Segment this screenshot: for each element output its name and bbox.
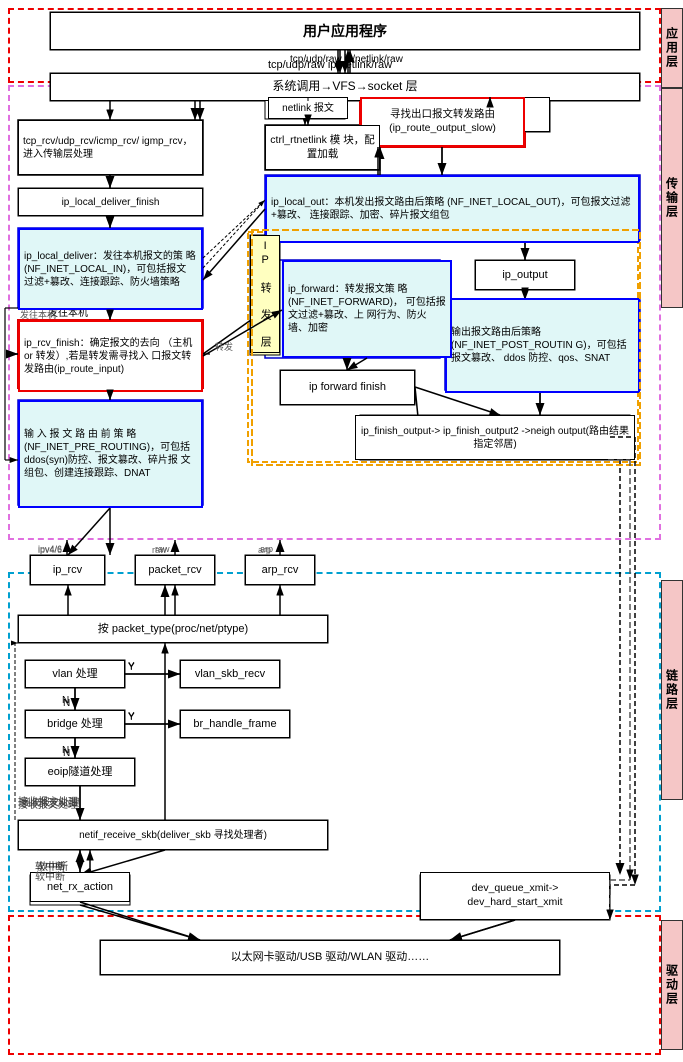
ip-forward-box: ip_forward：转发报文策 略(NF_INET_FORWARD)， 可包括… bbox=[282, 260, 452, 358]
ip-local-deliver-box: ip_local_deliver：发往本机报文的策 略(NF_INET_LOCA… bbox=[18, 228, 203, 310]
ip-local-out-box: ip_local_out：本机发出报文路由后策略 (NF_INET_LOCAL_… bbox=[265, 175, 640, 243]
dev-queue-xmit-box: dev_queue_xmit-> dev_hard_start_xmit bbox=[420, 872, 610, 920]
driver-layer-bg bbox=[8, 915, 661, 1055]
ipv46-label: ipv4/6 bbox=[38, 544, 62, 554]
ip-finish-output-box: ip_finish_output-> ip_finish_output2 ->n… bbox=[355, 415, 635, 460]
bridge-process-box: bridge 处理 bbox=[25, 710, 125, 738]
arp-label: arp bbox=[260, 544, 273, 554]
arp-rcv-box: arp_rcv bbox=[245, 555, 315, 585]
ip-forward-finish-box: ip forward finish bbox=[280, 370, 415, 405]
vlan-skb-recv-box: vlan_skb_recv bbox=[180, 660, 280, 688]
raw-label: raw bbox=[155, 544, 170, 554]
driver-layer-band: 驱动层 bbox=[661, 920, 683, 1050]
diagram-wrapper: 应用层 传输层 链路层 驱动层 tcp/udp/raw ip/netlink/r… bbox=[0, 0, 683, 16]
ip-rcv-finish-box: ip_rcv_finish：确定报文的去向 （主机 or 转发）,若是转发需寻找… bbox=[18, 320, 203, 392]
soft-interrupt-label: 软中断 bbox=[35, 868, 65, 883]
receive-msg-label: 接收报文处理 bbox=[18, 793, 78, 808]
eoip-tunnel-box: eoip隧道处理 bbox=[25, 758, 135, 786]
ip-local-deliver-finish-box: ip_local_deliver_finish bbox=[18, 188, 203, 216]
user-app-box: 用户应用程序 bbox=[50, 12, 640, 50]
pre-routing-box: 输 入 报 文 路 由 前 策 略 (NF_INET_PRE_ROUTING)，… bbox=[18, 400, 203, 508]
ip-forward-layer-label: IP 转 发 层 bbox=[250, 235, 280, 353]
ip-output-box: ip_output bbox=[475, 260, 575, 290]
post-routing-box: 输出报文路由后策略 (NF_INET_POST_ROUTIN G)，可包括报文篡… bbox=[445, 298, 640, 393]
ctrl-rtnetlink-box: ctrl_rtnetlink 模 块，配置加载 bbox=[265, 125, 380, 170]
packet-rcv-box: packet_rcv bbox=[135, 555, 215, 585]
transport-layer-band: 传输层 bbox=[661, 88, 683, 308]
find-route-box: 寻找出口报文转发路由 (ip_route_output_slow) bbox=[360, 97, 525, 147]
netlink-label: netlink 报文 bbox=[268, 97, 348, 119]
network-layer-band: 链路层 bbox=[661, 580, 683, 800]
vlan-process-box: vlan 处理 bbox=[25, 660, 125, 688]
ethernet-driver-box: 以太网卡驱动/USB 驱动/WLAN 驱动…… bbox=[100, 940, 560, 975]
packet-type-box: 按 packet_type(proc/net/ptype) bbox=[18, 615, 328, 643]
app-layer-band: 应用层 bbox=[661, 8, 683, 88]
ip-rcv-box: ip_rcv bbox=[30, 555, 105, 585]
br-handle-frame-box: br_handle_frame bbox=[180, 710, 290, 738]
tcp-udp-label: tcp/udp/raw ip/netlink/raw bbox=[290, 54, 403, 65]
netif-receive-skb-box: netif_receive_skb(deliver_skb 寻找处理者) bbox=[18, 820, 328, 850]
tcp-rcv-box: tcp_rcv/udp_rcv/icmp_rcv/ igmp_rcv，进入传输层… bbox=[18, 120, 203, 175]
